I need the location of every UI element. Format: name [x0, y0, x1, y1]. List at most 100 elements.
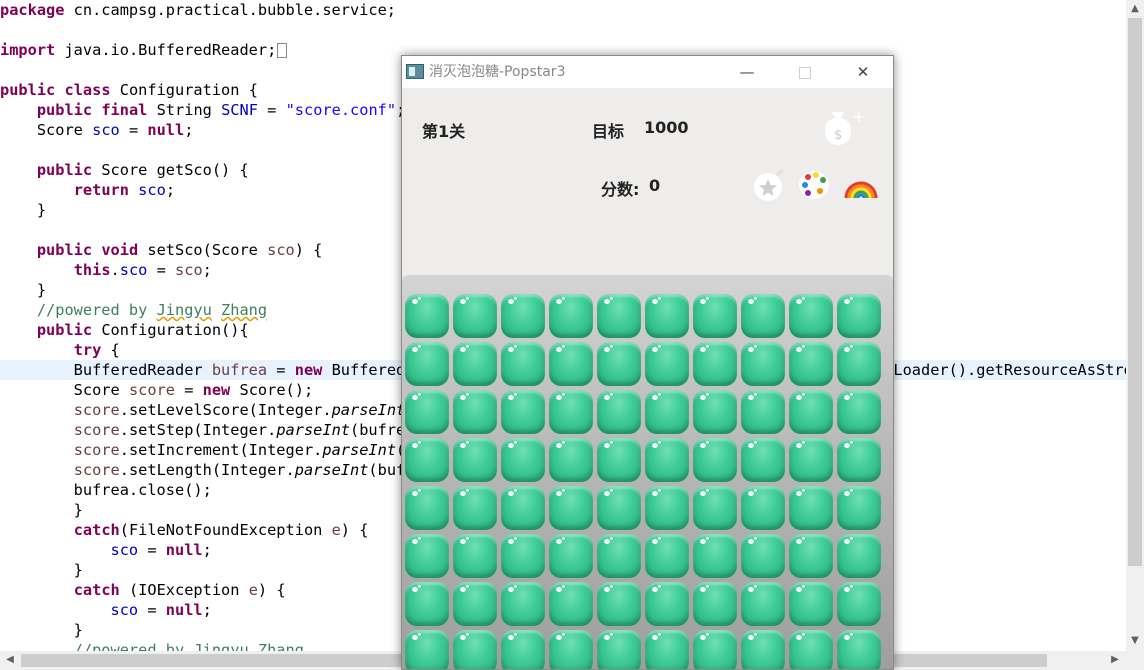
bubble-cell[interactable]	[789, 630, 833, 669]
bubble-cell[interactable]	[693, 342, 737, 386]
bubble-cell[interactable]	[501, 294, 545, 338]
bubble-cell[interactable]	[837, 438, 881, 482]
bubble-cell[interactable]	[597, 486, 641, 530]
bubble-cell[interactable]	[453, 534, 497, 578]
game-window[interactable]: 消灭泡泡糖-Popstar3 — ✕ 第1关 目标 1000 分数: 0 $ +	[401, 55, 894, 670]
bubble-cell[interactable]	[453, 630, 497, 669]
bubble-cell[interactable]	[501, 582, 545, 626]
bubble-cell[interactable]	[645, 486, 689, 530]
bubble-cell[interactable]	[741, 534, 785, 578]
bubble-cell[interactable]	[405, 390, 449, 434]
bubble-cell[interactable]	[789, 486, 833, 530]
bubble-cell[interactable]	[741, 390, 785, 434]
bubble-cell[interactable]	[741, 486, 785, 530]
bubble-cell[interactable]	[405, 630, 449, 669]
bubble-cell[interactable]	[837, 534, 881, 578]
bubble-cell[interactable]	[741, 630, 785, 669]
close-button[interactable]: ✕	[840, 56, 886, 88]
scrollbar-corner	[1126, 651, 1144, 670]
bubble-cell[interactable]	[453, 582, 497, 626]
bubble-cell[interactable]	[549, 534, 593, 578]
maximize-button[interactable]	[782, 56, 828, 88]
bubble-cell[interactable]	[453, 390, 497, 434]
bubble-cell[interactable]	[405, 438, 449, 482]
bubble-cell[interactable]	[693, 486, 737, 530]
bubble-cell[interactable]	[549, 390, 593, 434]
target-value: 1000	[644, 118, 689, 137]
bubble-cell[interactable]	[501, 534, 545, 578]
bubble-cell[interactable]	[597, 438, 641, 482]
bubble-cell[interactable]	[453, 438, 497, 482]
bubble-cell[interactable]	[645, 630, 689, 669]
bubble-cell[interactable]	[549, 486, 593, 530]
scroll-right-arrow-icon[interactable]: ▶	[1107, 652, 1123, 668]
bubble-cell[interactable]	[453, 342, 497, 386]
bomb-star-icon[interactable]	[751, 166, 789, 204]
bubble-cell[interactable]	[501, 342, 545, 386]
bubble-cell[interactable]	[837, 342, 881, 386]
bubble-cell[interactable]	[597, 582, 641, 626]
bubble-cell[interactable]	[405, 486, 449, 530]
bubble-cell[interactable]	[837, 390, 881, 434]
bubble-cell[interactable]	[693, 438, 737, 482]
bubble-cell[interactable]	[789, 294, 833, 338]
money-bag-plus-icon[interactable]: $ +	[816, 104, 868, 148]
bubble-cell[interactable]	[501, 630, 545, 669]
bubble-cell[interactable]	[597, 342, 641, 386]
bubble-cell[interactable]	[597, 534, 641, 578]
bubble-cell[interactable]	[549, 630, 593, 669]
bubble-cell[interactable]	[789, 390, 833, 434]
bubble-board[interactable]	[402, 275, 893, 669]
bubble-cell[interactable]	[549, 294, 593, 338]
bubble-cell[interactable]	[789, 438, 833, 482]
vertical-scroll-thumb[interactable]	[1128, 18, 1142, 566]
bubble-shine	[418, 345, 421, 348]
window-titlebar[interactable]: 消灭泡泡糖-Popstar3 — ✕	[402, 56, 893, 88]
bubble-cell[interactable]	[789, 534, 833, 578]
bubble-cell[interactable]	[693, 582, 737, 626]
folded-imports-marker[interactable]	[277, 43, 288, 58]
bubble-cell[interactable]	[741, 438, 785, 482]
bubble-cell[interactable]	[549, 438, 593, 482]
bubble-cell[interactable]	[741, 582, 785, 626]
bubble-cell[interactable]	[549, 582, 593, 626]
bubble-cell[interactable]	[693, 630, 737, 669]
bubble-cell[interactable]	[837, 630, 881, 669]
bubble-cell[interactable]	[597, 294, 641, 338]
bubble-cell[interactable]	[789, 582, 833, 626]
bubble-cell[interactable]	[645, 582, 689, 626]
bubble-cell[interactable]	[837, 294, 881, 338]
bubble-cell[interactable]	[741, 342, 785, 386]
bubble-cell[interactable]	[693, 534, 737, 578]
bubble-cell[interactable]	[597, 630, 641, 669]
bubble-cell[interactable]	[837, 582, 881, 626]
bubble-cell[interactable]	[549, 342, 593, 386]
vertical-scrollbar[interactable]: ▲ ▼	[1126, 0, 1144, 651]
bubble-cell[interactable]	[837, 486, 881, 530]
bubble-cell[interactable]	[405, 294, 449, 338]
bubble-cell[interactable]	[645, 438, 689, 482]
bubble-cell[interactable]	[693, 390, 737, 434]
palette-icon[interactable]	[796, 166, 834, 204]
bubble-cell[interactable]	[597, 390, 641, 434]
rainbow-icon[interactable]	[842, 166, 880, 204]
scroll-up-arrow-icon[interactable]: ▲	[1127, 1, 1143, 17]
bubble-cell[interactable]	[501, 390, 545, 434]
scroll-left-arrow-icon[interactable]: ◀	[2, 652, 18, 668]
bubble-cell[interactable]	[645, 534, 689, 578]
bubble-cell[interactable]	[501, 486, 545, 530]
bubble-cell[interactable]	[741, 294, 785, 338]
bubble-cell[interactable]	[645, 390, 689, 434]
bubble-cell[interactable]	[453, 294, 497, 338]
bubble-cell[interactable]	[501, 438, 545, 482]
bubble-cell[interactable]	[645, 294, 689, 338]
scroll-down-arrow-icon[interactable]: ▼	[1127, 633, 1143, 649]
bubble-cell[interactable]	[789, 342, 833, 386]
minimize-button[interactable]: —	[724, 56, 770, 88]
bubble-cell[interactable]	[405, 582, 449, 626]
bubble-cell[interactable]	[453, 486, 497, 530]
bubble-cell[interactable]	[405, 342, 449, 386]
bubble-cell[interactable]	[405, 534, 449, 578]
bubble-cell[interactable]	[645, 342, 689, 386]
bubble-cell[interactable]	[693, 294, 737, 338]
